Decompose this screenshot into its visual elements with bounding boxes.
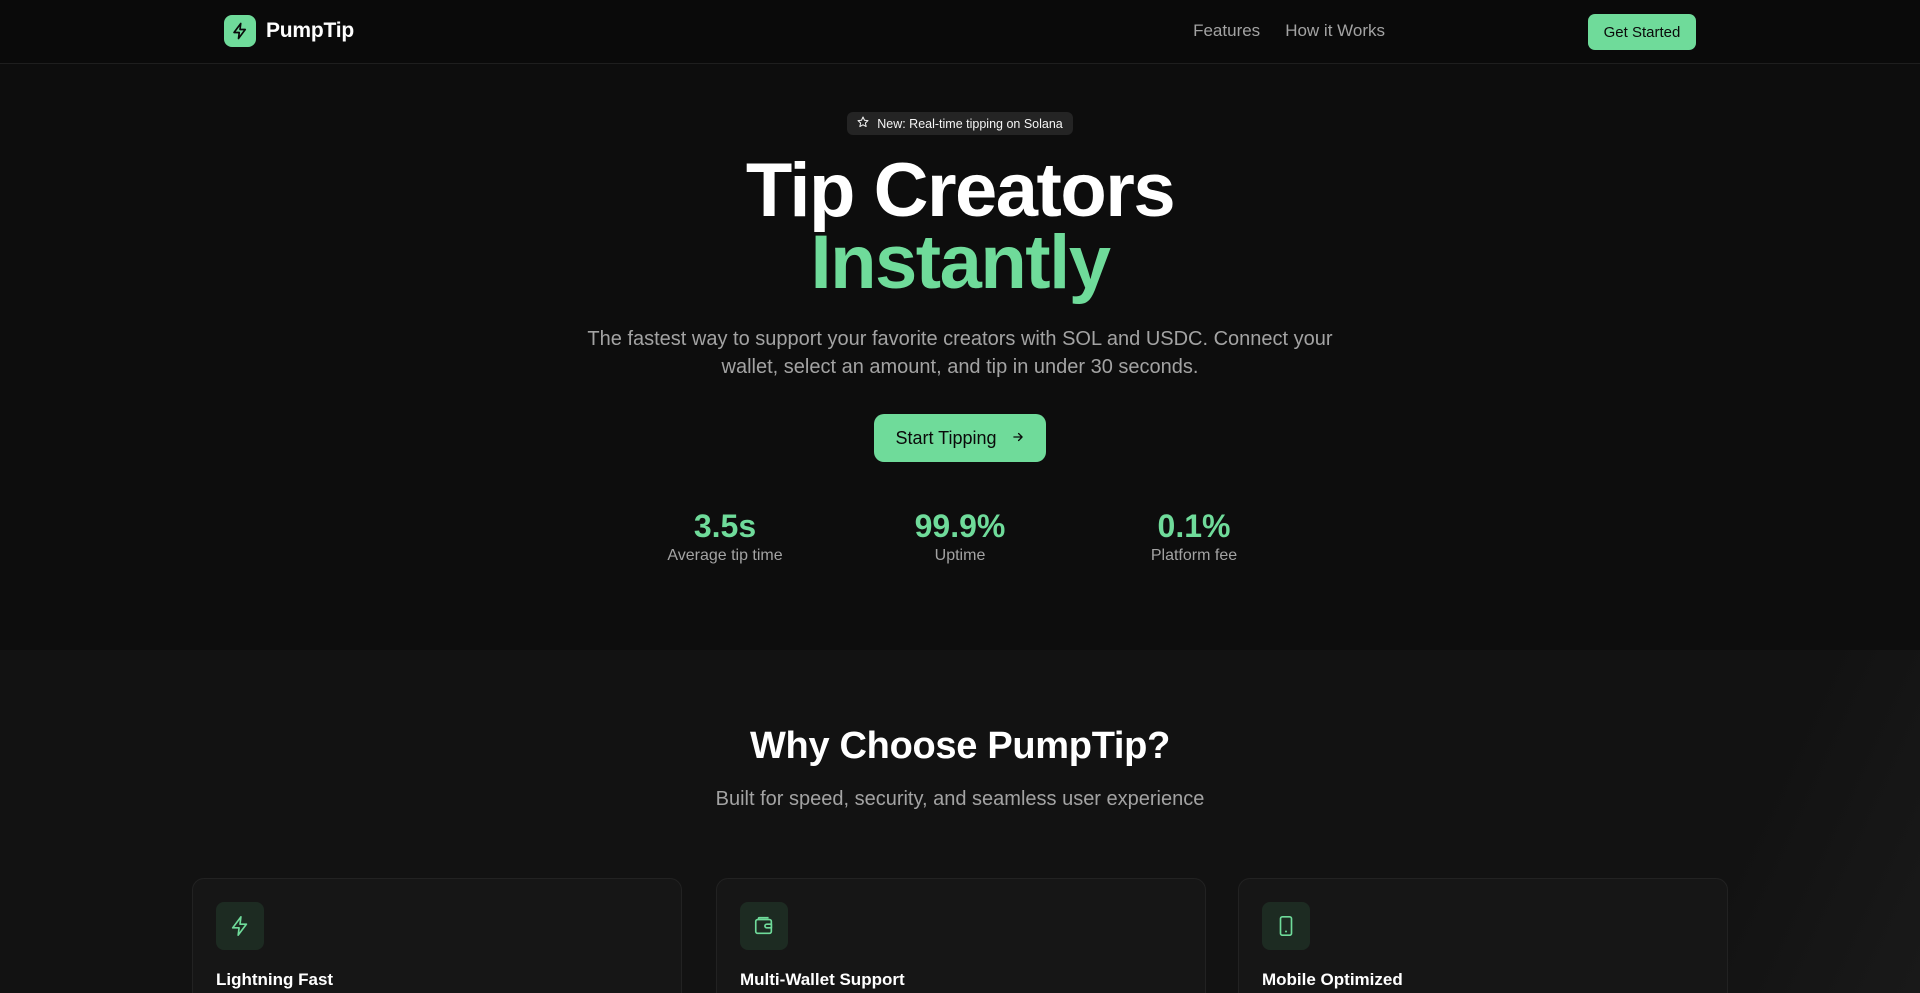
- stat-average-tip-time: 3.5s Average tip time: [625, 507, 825, 565]
- hero-section: New: Real-time tipping on Solana Tip Cre…: [0, 65, 1920, 650]
- stat-uptime: 99.9% Uptime: [860, 507, 1060, 565]
- nav-links: Features How it Works: [1193, 21, 1385, 41]
- nav-link-features[interactable]: Features: [1193, 21, 1260, 41]
- features-subtitle: Built for speed, security, and seamless …: [715, 788, 1205, 810]
- nav-link-how-it-works[interactable]: How it Works: [1285, 21, 1385, 41]
- bolt-icon: [224, 15, 256, 47]
- wallet-icon: [740, 902, 788, 950]
- navbar: PumpTip Features How it Works Get Starte…: [0, 0, 1920, 64]
- brand-name: PumpTip: [266, 19, 355, 42]
- feature-card-lightning-fast: Lightning Fast: [192, 878, 682, 993]
- stat-platform-fee: 0.1% Platform fee: [1094, 507, 1294, 565]
- hero-title-line1: Tip Creators: [745, 148, 1176, 233]
- hero-subtitle: The fastest way to support your favorite…: [587, 328, 1333, 378]
- hero-title: Tip Creators Instantly: [0, 148, 1920, 305]
- feature-card-title: Lightning Fast: [216, 970, 334, 989]
- start-tipping-label: Start Tipping: [895, 427, 997, 448]
- features-title: Why Choose PumpTip?: [749, 725, 1171, 767]
- hero-title-line2: Instantly: [810, 220, 1112, 305]
- stat-value: 0.1%: [1157, 508, 1231, 544]
- stat-label: Average tip time: [667, 547, 783, 564]
- stat-value: 99.9%: [914, 508, 1006, 544]
- feature-card-title: Multi-Wallet Support: [740, 970, 905, 989]
- arrow-right-icon: [1011, 428, 1025, 449]
- start-tipping-button[interactable]: Start Tipping: [874, 414, 1046, 462]
- announcement-badge[interactable]: New: Real-time tipping on Solana: [847, 112, 1073, 135]
- smartphone-icon: [1262, 902, 1310, 950]
- stat-label: Uptime: [934, 547, 986, 564]
- brand-home-link[interactable]: PumpTip: [224, 15, 354, 47]
- badge-text: New: Real-time tipping on Solana: [877, 116, 1063, 131]
- feature-card-title: Mobile Optimized: [1262, 970, 1403, 989]
- feature-card-multi-wallet: Multi-Wallet Support: [716, 878, 1206, 993]
- stat-label: Platform fee: [1150, 547, 1238, 564]
- feature-card-mobile-optimized: Mobile Optimized: [1238, 878, 1728, 993]
- star-icon: [857, 116, 869, 131]
- bolt-icon: [216, 902, 264, 950]
- get-started-button[interactable]: Get Started: [1588, 14, 1696, 50]
- stat-value: 3.5s: [693, 508, 757, 544]
- features-section: Why Choose PumpTip? Built for speed, sec…: [0, 650, 1920, 993]
